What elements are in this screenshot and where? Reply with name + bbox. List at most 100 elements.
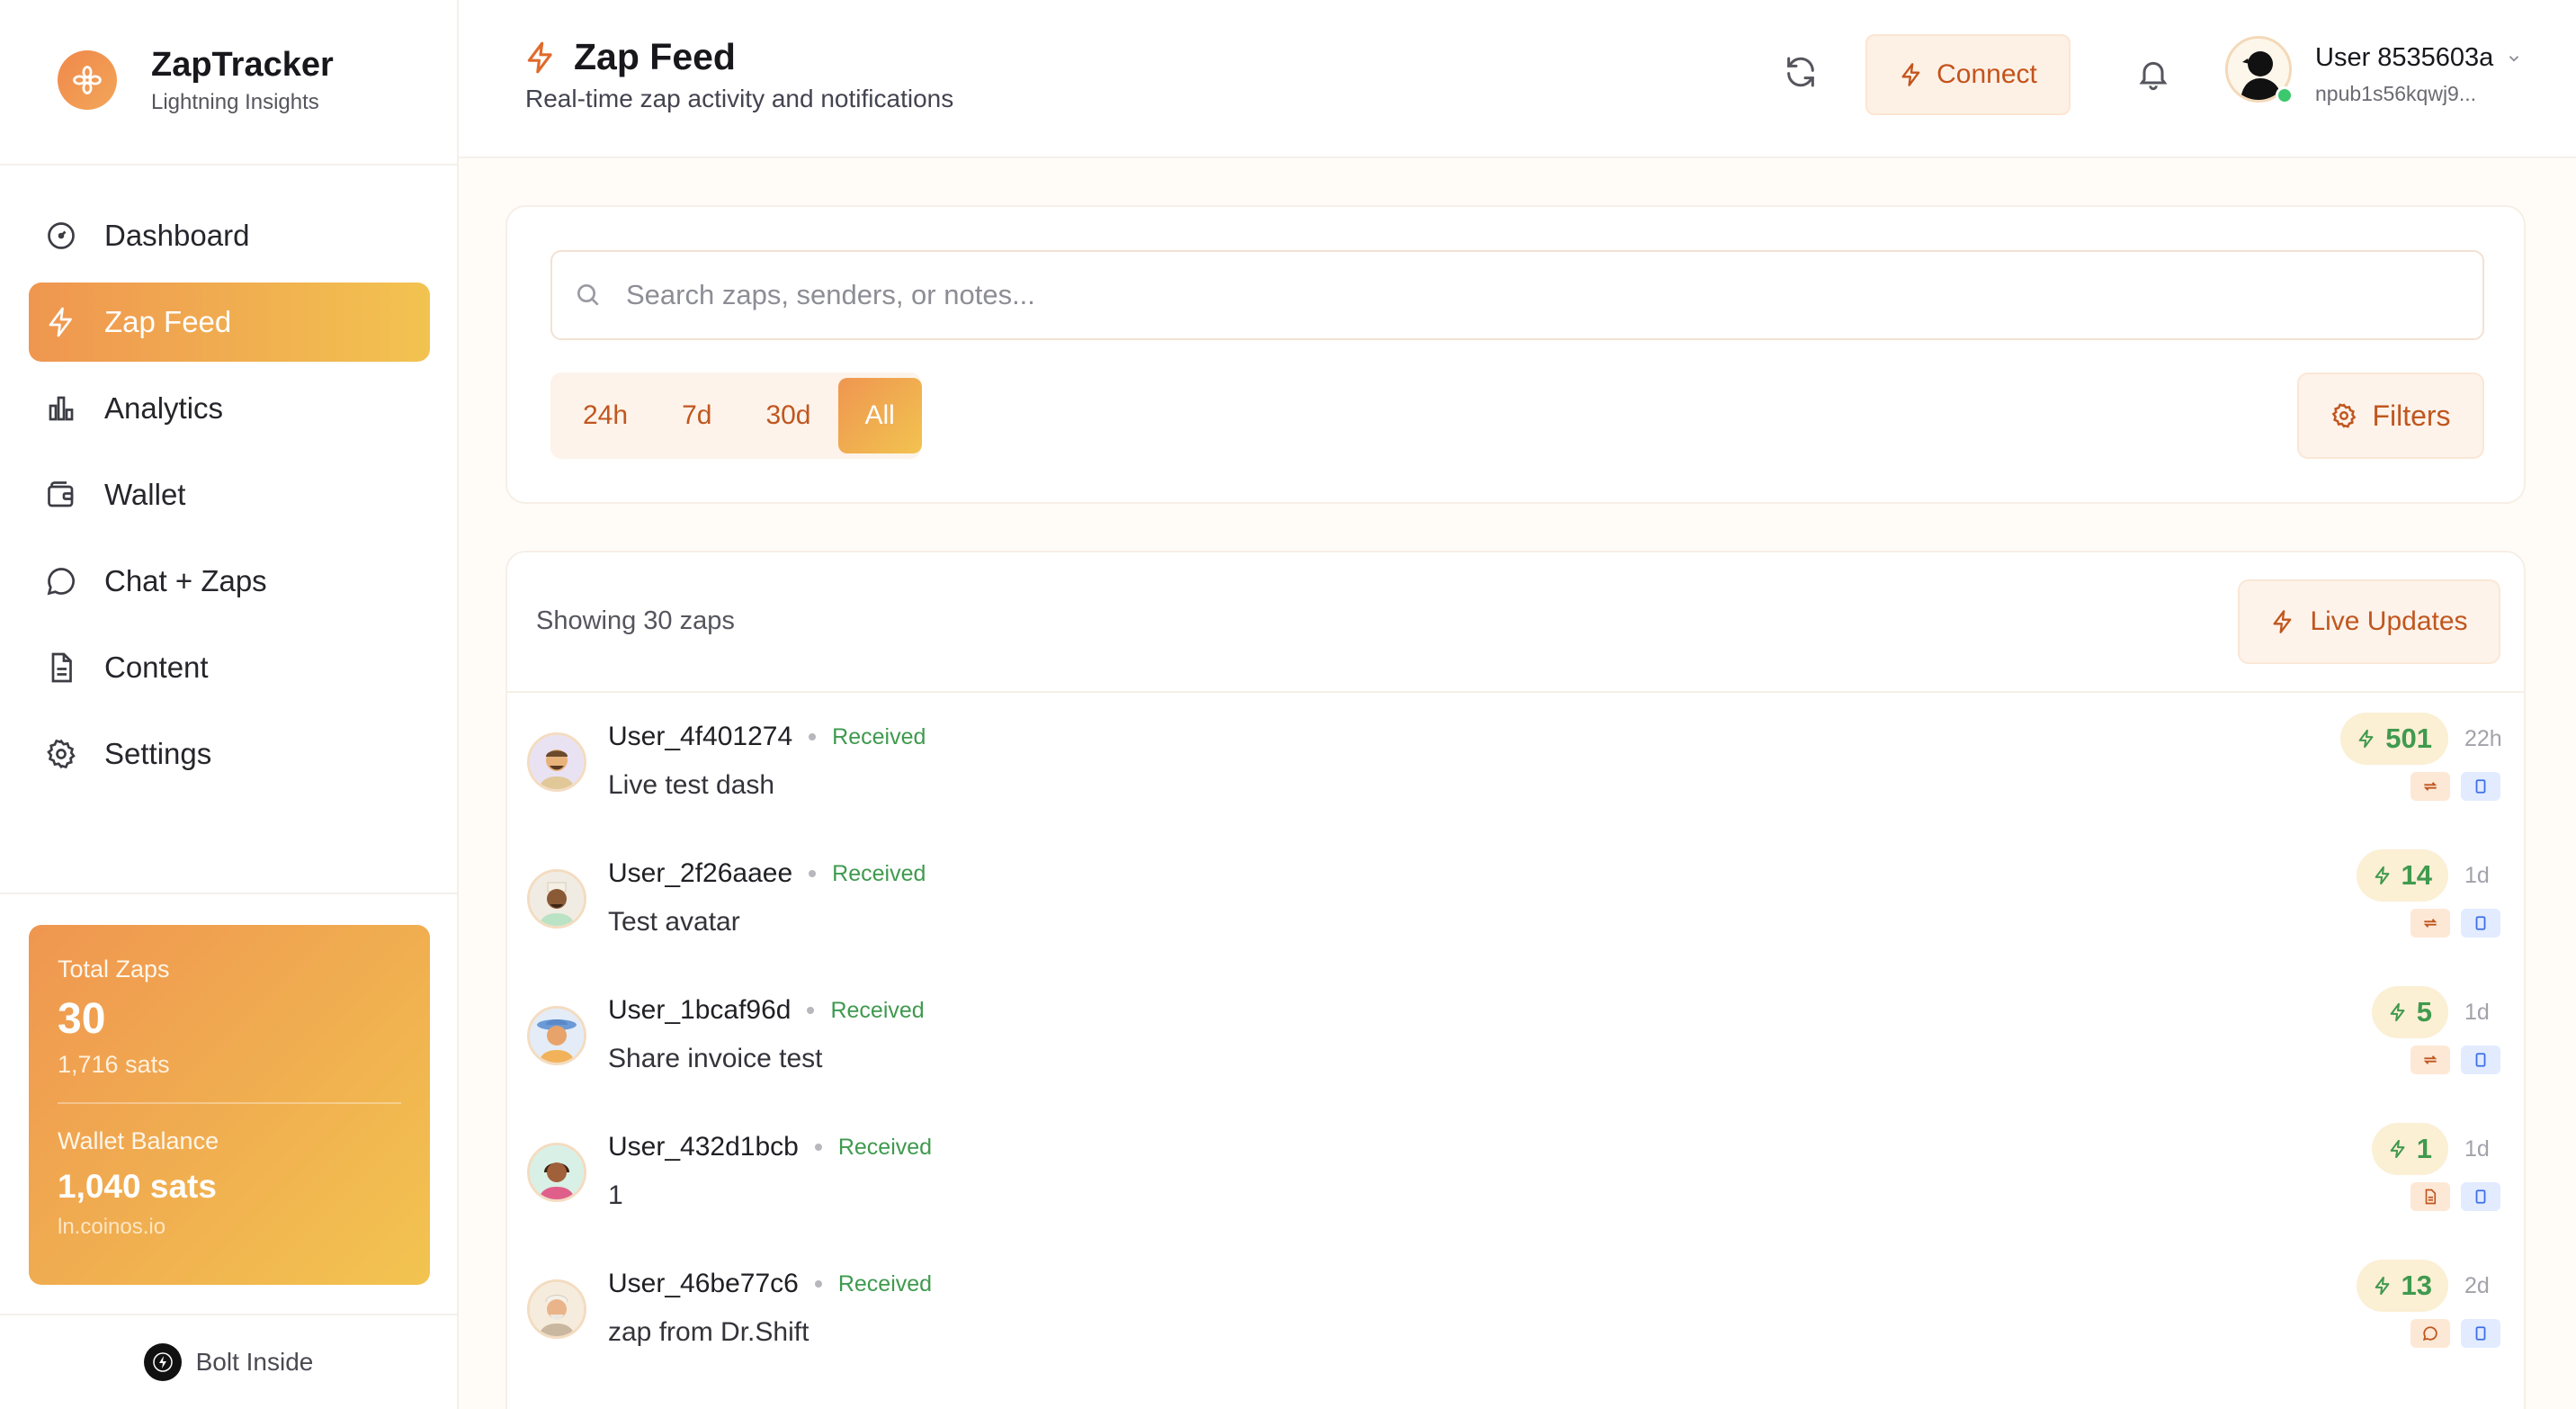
zap-row[interactable]: User_2f26aaee Received Test avatar 14 1d (507, 830, 2524, 966)
nav-label: Chat + Zaps (104, 564, 267, 597)
divider (58, 1102, 401, 1104)
separator-dot (809, 733, 817, 740)
nav-item-wallet[interactable]: Wallet (29, 455, 430, 534)
bolt-icon (2388, 1002, 2408, 1022)
separator-dot (814, 1144, 822, 1151)
nav-item-chat-zaps[interactable]: Chat + Zaps (29, 542, 430, 621)
bolt-logo-icon (143, 1343, 182, 1381)
range-7d-button[interactable]: 7d (655, 378, 738, 453)
total-sats: 1,716 sats (58, 1051, 170, 1078)
page-subtitle: Real-time zap activity and notifications (525, 85, 954, 112)
document-icon (45, 651, 77, 684)
zap-note: Share invoice test (608, 1044, 823, 1073)
search-box[interactable] (550, 250, 2484, 340)
zap-note: zap from Dr.Shift (608, 1317, 809, 1347)
zap-amount-badge: 1 (2371, 1123, 2448, 1175)
nav-label: Dashboard (104, 219, 250, 252)
zap-note: Live test dash (608, 770, 775, 800)
flower-logo-icon (58, 50, 117, 110)
avatar (527, 869, 586, 929)
device-icon[interactable] (2461, 909, 2500, 938)
zap-status: Received (837, 1134, 933, 1160)
bolt-icon (2357, 729, 2376, 749)
divider (0, 893, 457, 894)
avatar (527, 1006, 586, 1065)
zap-status: Received (830, 997, 925, 1023)
wallet-host: ln.coinos.io (58, 1215, 166, 1239)
zap-time: 1d (2464, 862, 2490, 888)
total-zaps-label: Total Zaps (58, 956, 170, 983)
device-icon[interactable] (2461, 1046, 2500, 1074)
user-name: User 8535603a (2315, 43, 2494, 72)
wallet-icon (45, 479, 77, 511)
zap-amount: 501 (2385, 722, 2432, 754)
device-icon[interactable] (2461, 772, 2500, 801)
user-menu[interactable]: User 8535603a npub1s56kqwj9... (2225, 36, 2522, 106)
zap-row[interactable]: User_46be77c6 Received zap from Dr.Shift… (507, 1240, 2524, 1377)
repost-icon[interactable] (2411, 772, 2450, 801)
zap-note: 1 (608, 1180, 623, 1210)
separator-dot (809, 870, 817, 877)
live-updates-label: Live Updates (2310, 606, 2468, 636)
wallet-balance-value: 1,040 sats (58, 1168, 217, 1205)
total-zaps-value: 30 (58, 995, 106, 1043)
zap-sender[interactable]: User_1bcaf96d (608, 995, 791, 1026)
live-updates-button[interactable]: Live Updates (2238, 579, 2500, 664)
avatar (527, 1143, 586, 1202)
zap-sender[interactable]: User_2f26aaee (608, 858, 792, 889)
zap-amount: 13 (2401, 1270, 2432, 1301)
range-all-button[interactable]: All (837, 378, 922, 453)
nav-label: Analytics (104, 391, 224, 425)
range-30d-button[interactable]: 30d (738, 378, 837, 453)
zap-sender[interactable]: User_46be77c6 (608, 1269, 799, 1299)
refresh-button[interactable] (1783, 54, 1828, 99)
filters-button[interactable]: Filters (2297, 372, 2484, 459)
bell-icon[interactable] (2135, 56, 2175, 95)
main-nav: Dashboard Zap Feed Analytics Wallet Chat… (29, 196, 430, 801)
nav-item-dashboard[interactable]: Dashboard (29, 196, 430, 275)
search-icon (574, 281, 603, 310)
nav-item-analytics[interactable]: Analytics (29, 369, 430, 448)
repost-icon[interactable] (2411, 1046, 2450, 1074)
zap-row[interactable]: User_1bcaf96d Received Share invoice tes… (507, 966, 2524, 1103)
connect-button[interactable]: Connect (1865, 34, 2071, 115)
bolt-icon (1899, 62, 1924, 87)
zap-row[interactable]: User_432d1bcb Received 1 1 1d (507, 1103, 2524, 1240)
zap-sender[interactable]: User_4f401274 (608, 722, 792, 752)
brand-name: ZapTracker (151, 46, 334, 84)
separator-dot (814, 1280, 822, 1288)
stats-card: Total Zaps 30 1,716 sats Wallet Balance … (29, 925, 430, 1285)
avatar (527, 732, 586, 792)
nav-item-zap-feed[interactable]: Zap Feed (29, 283, 430, 362)
time-range-selector: 24h 7d 30d All (550, 372, 922, 459)
zap-amount-badge: 13 (2356, 1260, 2448, 1312)
device-icon[interactable] (2461, 1182, 2500, 1211)
nav-label: Content (104, 651, 209, 684)
zap-row[interactable]: User_4f401274 Received Live test dash 50… (507, 693, 2524, 830)
zap-time: 1d (2464, 1135, 2490, 1162)
nav-label: Settings (104, 737, 212, 770)
search-input[interactable] (626, 279, 2335, 311)
nav-label: Wallet (104, 478, 186, 511)
chat-icon[interactable] (2411, 1319, 2450, 1348)
gear-icon (2330, 402, 2357, 429)
device-icon[interactable] (2461, 1319, 2500, 1348)
nav-item-settings[interactable]: Settings (29, 714, 430, 794)
gauge-icon (45, 220, 77, 252)
gear-icon (45, 738, 77, 770)
connect-label: Connect (1936, 59, 2037, 89)
zap-amount-badge: 501 (2340, 713, 2448, 765)
zap-amount: 1 (2416, 1133, 2432, 1164)
zap-sender[interactable]: User_432d1bcb (608, 1132, 799, 1162)
online-status-dot (2276, 86, 2294, 104)
document-icon[interactable] (2411, 1182, 2450, 1211)
brand[interactable]: ZapTracker Lightning Insights (58, 45, 334, 115)
range-24h-button[interactable]: 24h (556, 378, 655, 453)
page-title: Zap Feed (574, 36, 736, 77)
bolt-inside-link[interactable]: Bolt Inside (0, 1315, 457, 1409)
bolt-icon (523, 40, 558, 75)
repost-icon[interactable] (2411, 909, 2450, 938)
feed-count: Showing 30 zaps (536, 606, 735, 635)
nav-item-content[interactable]: Content (29, 628, 430, 707)
wallet-balance-label: Wallet Balance (58, 1127, 219, 1154)
